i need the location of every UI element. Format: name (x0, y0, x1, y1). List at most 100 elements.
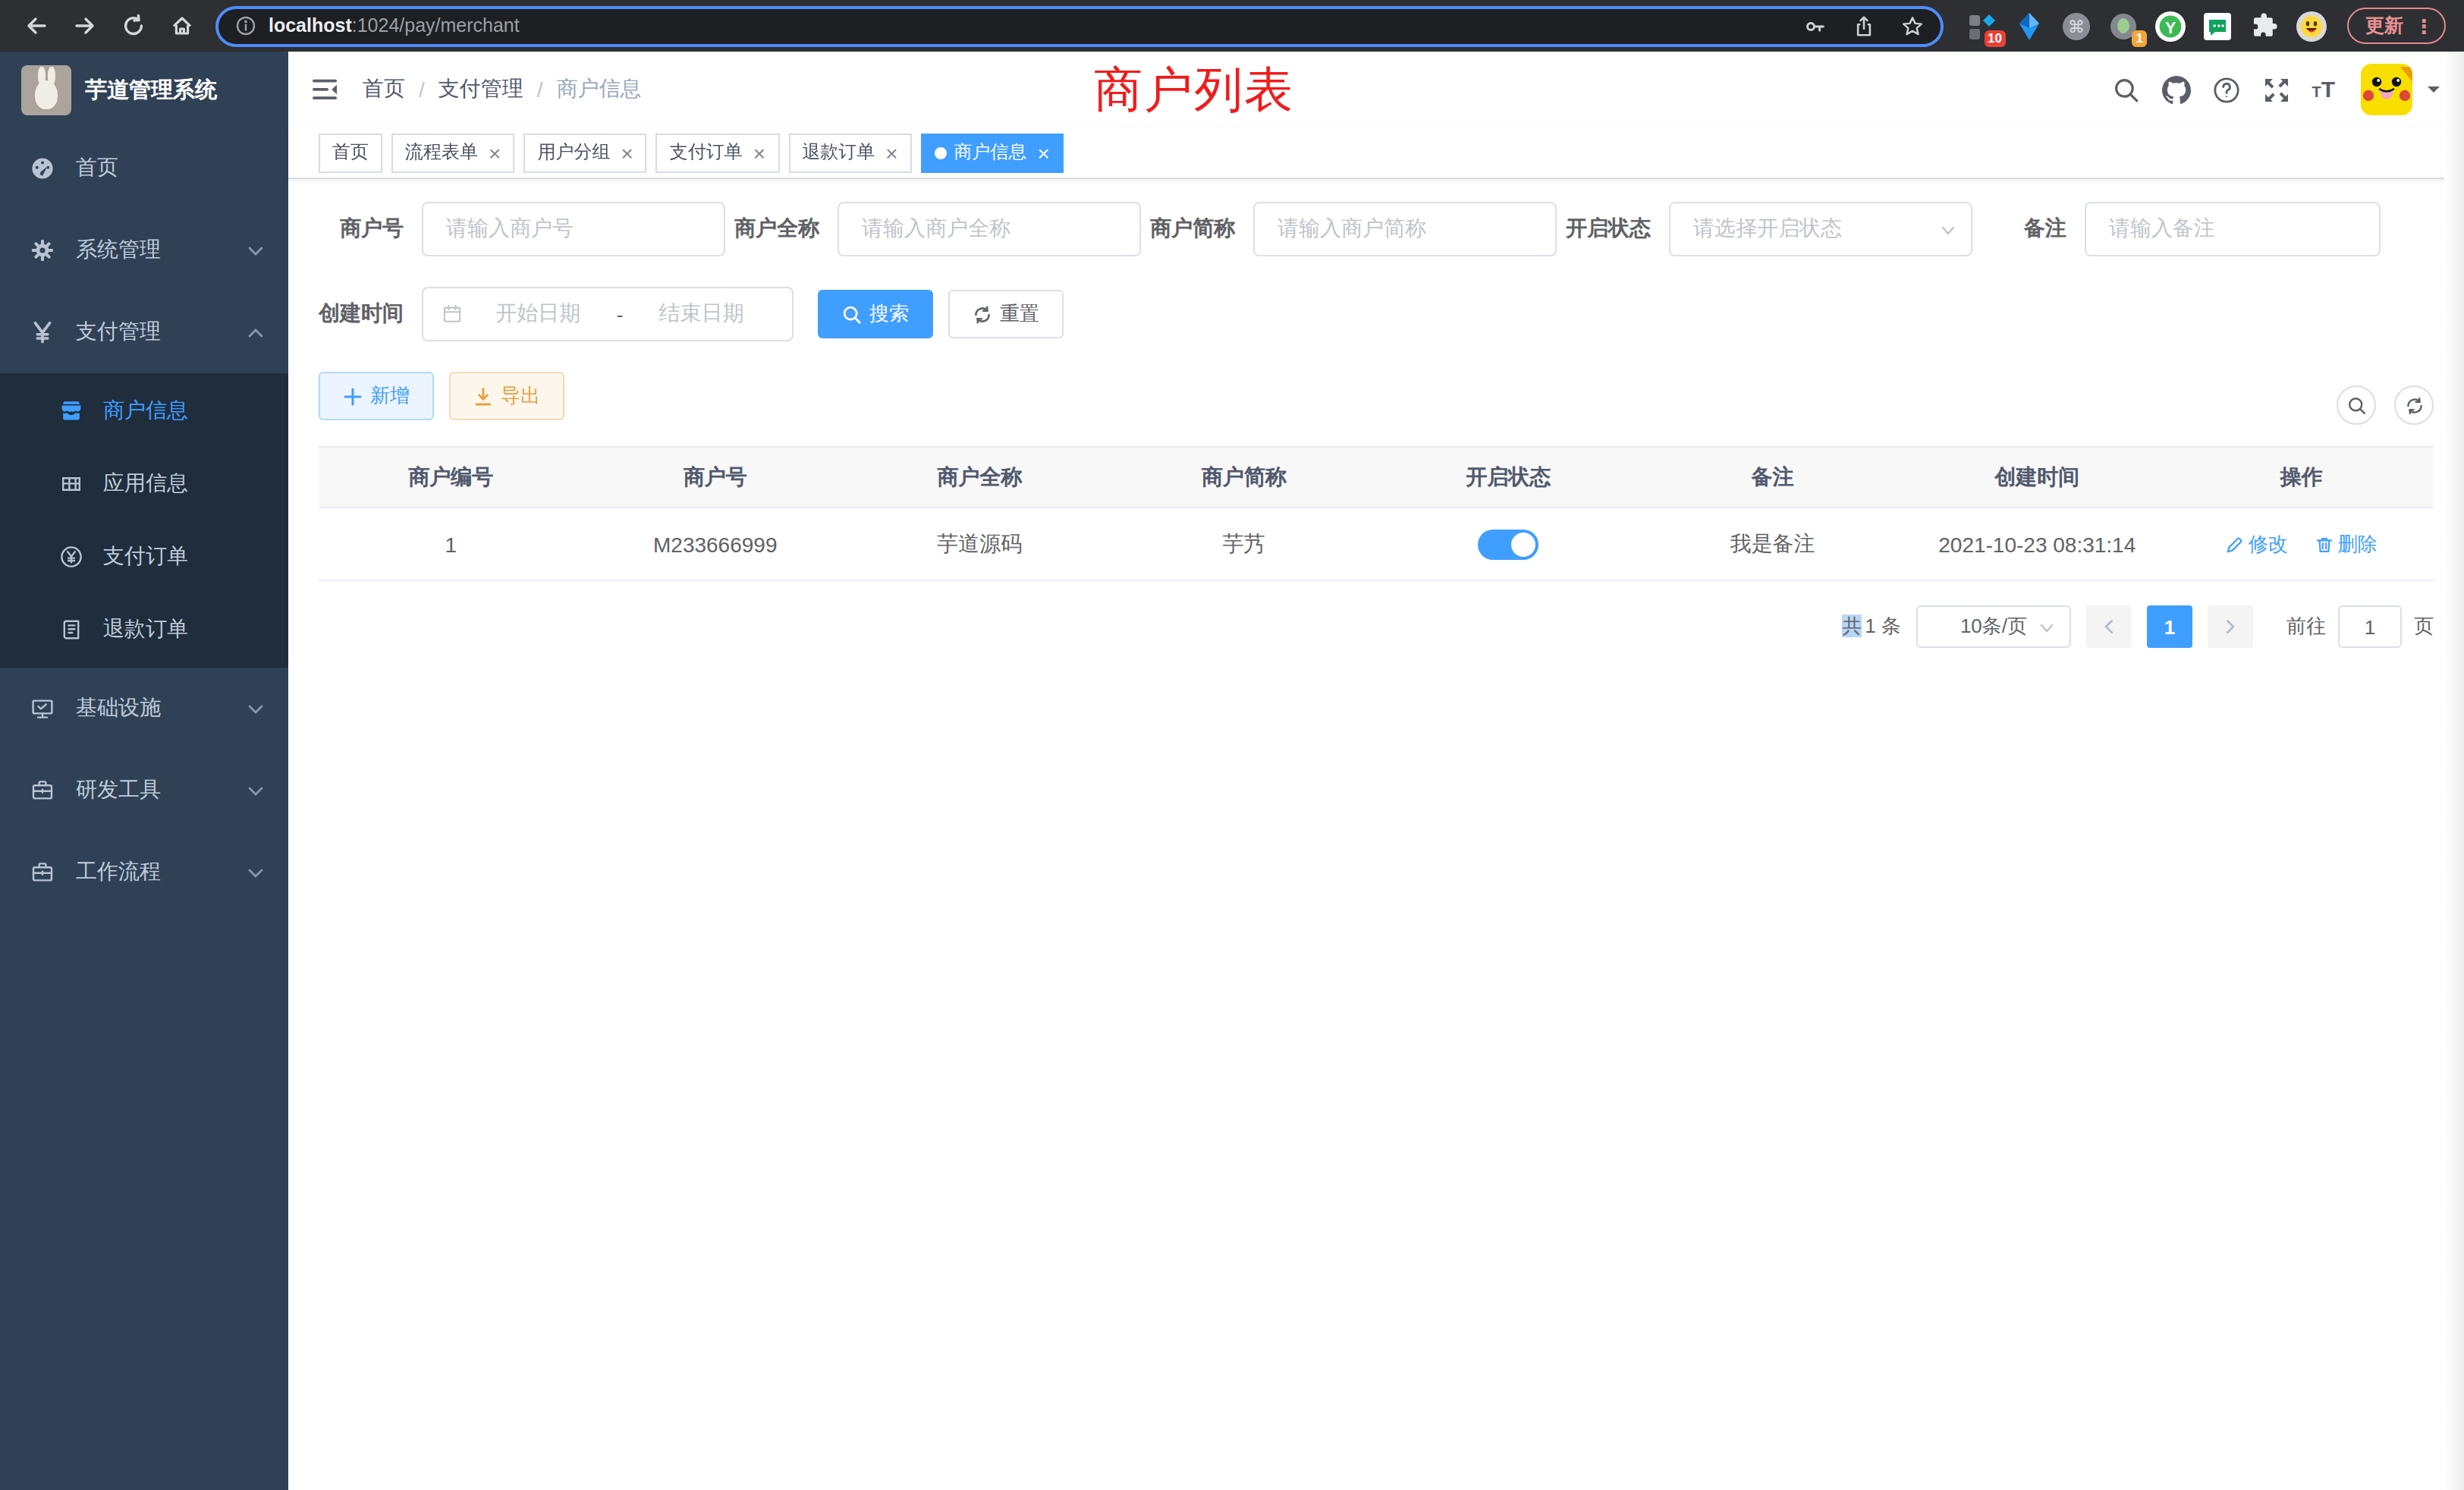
home-icon[interactable] (170, 14, 194, 38)
merchant-name-input[interactable]: 请输入商户全称 (838, 202, 1141, 256)
close-icon[interactable]: × (621, 142, 633, 163)
col-create-time: 创建时间 (1905, 447, 2170, 508)
status-select[interactable]: 请选择开启状态 (1669, 202, 1972, 256)
col-merchant-no: 商户号 (583, 447, 848, 508)
sidebar-item-label: 商户信息 (103, 398, 288, 425)
tags-bar: 首页 流程表单× 用户分组× 支付订单× 退款订单× 商户信息× (288, 127, 2464, 179)
github-icon[interactable] (2161, 75, 2190, 104)
yen-circle-icon (59, 545, 83, 569)
close-icon[interactable]: × (885, 142, 897, 163)
extension-chat-icon[interactable] (2202, 10, 2233, 42)
sidebar-item-infra[interactable]: 基础设施 (0, 668, 288, 750)
chevron-down-icon (247, 864, 264, 881)
font-size-icon[interactable]: TT (2312, 77, 2335, 102)
table-row: 1 M233666999 芋道源码 芋艿 我是备注 2021-10-23 08:… (319, 508, 2434, 580)
breadcrumb-payment[interactable]: 支付管理 (438, 76, 523, 103)
tab-home[interactable]: 首页 (319, 133, 382, 172)
merchant-no-input[interactable]: 请输入商户号 (422, 202, 725, 256)
remark-input[interactable]: 请输入备注 (2085, 202, 2381, 256)
field-label: 开启状态 (1566, 215, 1669, 243)
page-size-select[interactable]: 10条/页 (1916, 605, 2071, 648)
bookmark-star-icon[interactable] (1901, 14, 1924, 37)
goto-page-input[interactable]: 1 (2338, 605, 2402, 648)
placeholder: 请输入商户简称 (1278, 215, 1426, 243)
sidebar-item-devtools[interactable]: 研发工具 (0, 750, 288, 831)
date-start-input[interactable]: 开始日期 (463, 300, 614, 328)
address-bar[interactable]: localhost :1024/pay/merchant (215, 5, 1944, 46)
sidebar-item-app-info[interactable]: 应用信息 (0, 448, 288, 520)
breadcrumb-current: 商户信息 (557, 76, 642, 103)
page-info-icon[interactable] (235, 15, 256, 36)
chevron-down-icon (247, 782, 264, 799)
refresh-button[interactable] (2394, 385, 2434, 425)
back-icon[interactable] (24, 14, 49, 38)
update-label: 更新 (2365, 13, 2403, 39)
sidebar-item-merchant-info[interactable]: 商户信息 (0, 375, 288, 448)
browser-update-button[interactable]: 更新 ⋮ (2347, 8, 2446, 44)
edit-link[interactable]: 修改 (2226, 530, 2288, 558)
close-icon[interactable]: × (753, 142, 765, 163)
toggle-search-button[interactable] (2337, 385, 2376, 425)
hamburger-icon[interactable] (311, 76, 338, 103)
breadcrumb-home[interactable]: 首页 (363, 76, 405, 103)
share-icon[interactable] (1853, 14, 1875, 37)
user-avatar[interactable] (2361, 64, 2412, 115)
tab-merchant-info[interactable]: 商户信息× (921, 133, 1064, 172)
add-button[interactable]: 新增 (319, 372, 434, 420)
current-page[interactable]: 1 (2147, 605, 2192, 648)
dashboard-icon (30, 156, 55, 181)
status-toggle[interactable] (1478, 529, 1538, 559)
close-icon[interactable]: × (489, 142, 501, 163)
search-button[interactable]: 搜索 (818, 290, 933, 338)
extension-kite-icon[interactable] (2013, 10, 2045, 42)
tab-user-group[interactable]: 用户分组× (523, 133, 646, 172)
scrollbar-gutter[interactable] (2444, 52, 2464, 1490)
sidebar-item-label: 基础设施 (76, 695, 247, 722)
caret-down-icon[interactable] (2428, 86, 2440, 99)
filter-merchant-name: 商户全称 请输入商户全称 (734, 202, 1141, 256)
sidebar-item-label: 工作流程 (76, 859, 247, 886)
sidebar-item-workflow[interactable]: 工作流程 (0, 831, 288, 913)
reset-button[interactable]: 重置 (948, 290, 1064, 338)
sidebar-item-pay-order[interactable]: 支付订单 (0, 520, 288, 593)
sidebar-menu: 首页 系统管理 支付管理 商户信息 (0, 127, 288, 913)
fullscreen-icon[interactable] (2261, 75, 2290, 104)
prev-page-button[interactable] (2086, 605, 2132, 648)
total-count: 共1 条 (1842, 613, 1901, 640)
password-key-icon[interactable] (1804, 14, 1827, 37)
extension-badge: 10 (1984, 30, 2006, 46)
field-label: 创建时间 (319, 300, 422, 328)
export-button[interactable]: 导出 (449, 372, 564, 420)
search-icon[interactable] (2111, 75, 2140, 104)
sidebar-item-refund-order[interactable]: 退款订单 (0, 593, 288, 666)
placeholder: 请选择开启状态 (1693, 215, 1842, 243)
col-actions: 操作 (2170, 447, 2434, 508)
extension-circle-icon[interactable]: 1 (2107, 10, 2139, 42)
sidebar-item-home[interactable]: 首页 (0, 127, 288, 209)
tab-pay-order[interactable]: 支付订单× (656, 133, 779, 172)
extension-command-icon[interactable]: ⌘ (2060, 10, 2092, 42)
extension-tabs-icon[interactable]: 10 (1966, 10, 1998, 42)
sidebar-logo[interactable]: 芋道管理系统 (0, 52, 288, 127)
browser-menu-icon[interactable]: ⋮ (2414, 14, 2434, 37)
tab-refund-order[interactable]: 退款订单× (788, 133, 911, 172)
merchant-short-input[interactable]: 请输入商户简称 (1253, 202, 1557, 256)
help-icon[interactable] (2211, 75, 2240, 104)
sidebar-item-payment[interactable]: 支付管理 (0, 291, 288, 373)
profile-avatar-icon[interactable] (2296, 10, 2327, 42)
sidebar-item-label: 退款订单 (103, 616, 288, 643)
tab-process-form[interactable]: 流程表单× (391, 133, 514, 172)
forward-icon[interactable] (73, 14, 97, 38)
search-icon (842, 304, 862, 324)
delete-link[interactable]: 删除 (2315, 530, 2378, 558)
reload-icon[interactable] (121, 14, 146, 38)
cell-full-name: 芋道源码 (847, 508, 1112, 580)
extension-y-icon[interactable]: Y (2154, 10, 2186, 42)
date-end-input[interactable]: 结束日期 (626, 300, 777, 328)
sidebar-item-system[interactable]: 系统管理 (0, 209, 288, 291)
close-icon[interactable]: × (1038, 142, 1050, 163)
link-label: 修改 (2249, 530, 2288, 558)
extensions-puzzle-icon[interactable] (2249, 10, 2280, 42)
next-page-button[interactable] (2208, 605, 2253, 648)
date-range-picker[interactable]: 开始日期 - 结束日期 (422, 287, 794, 341)
